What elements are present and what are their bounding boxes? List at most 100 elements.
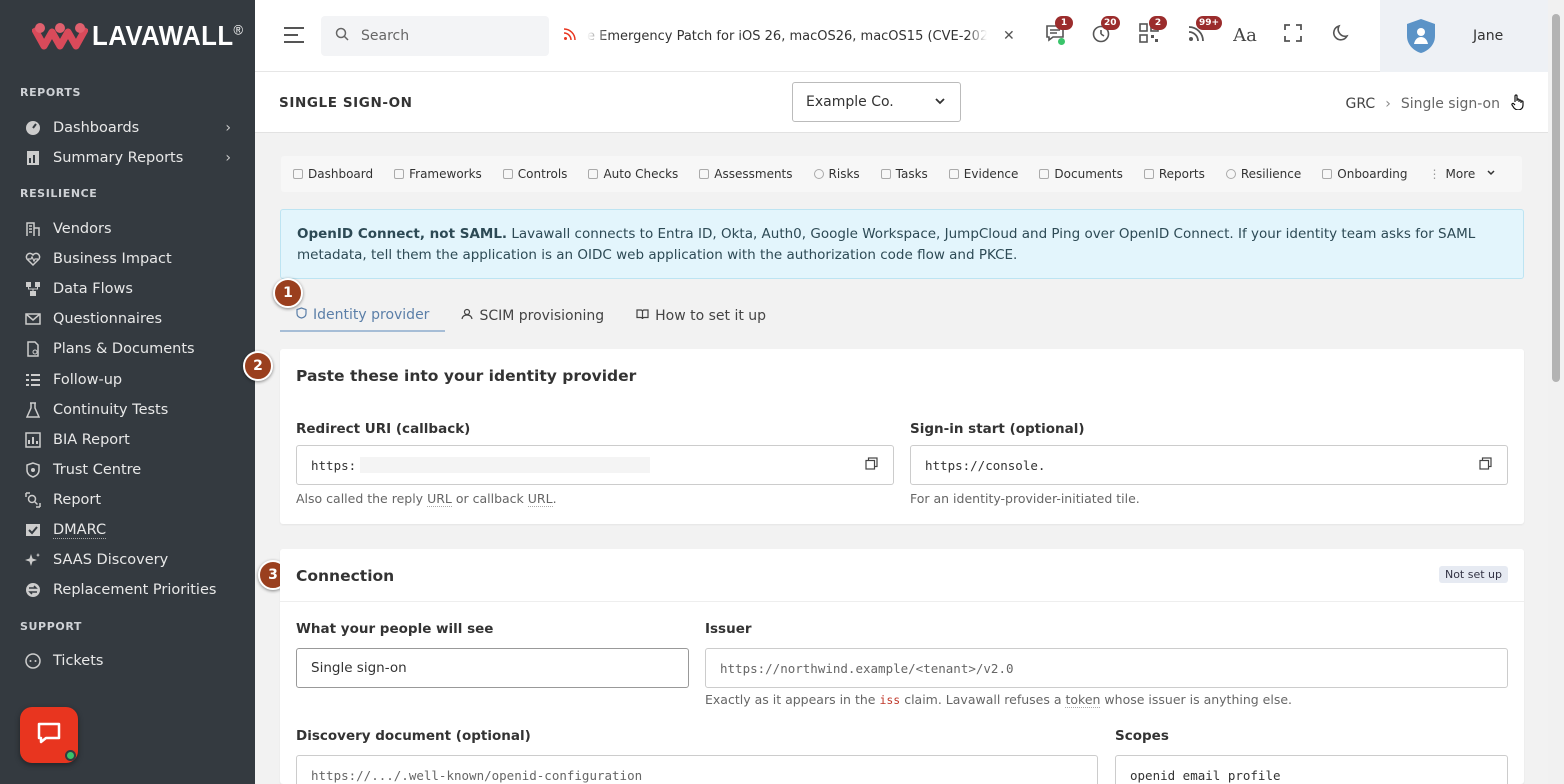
redirect-uri-help: Also called the reply URL or callback UR… (296, 491, 557, 507)
signin-start-field[interactable]: https://console. (910, 445, 1464, 485)
online-dot (1058, 38, 1065, 45)
module-documents[interactable]: Documents (1039, 167, 1123, 181)
connection-title: Connection (296, 567, 395, 585)
breadcrumb: GRC › Single sign-on (1346, 94, 1524, 114)
module-onboarding[interactable]: Onboarding (1322, 167, 1408, 181)
auto-check-icon (588, 169, 599, 179)
mail-check-icon (25, 522, 41, 538)
menu-toggle-icon[interactable] (283, 26, 305, 48)
news-ticker[interactable]: e Emergency Patch for iOS 26, macOS26, m… (563, 24, 1023, 48)
avatar (1406, 18, 1436, 58)
issuer-label: Issuer (705, 621, 752, 637)
breadcrumb-separator: › (1385, 96, 1391, 112)
feeds-badge: 99+ (1196, 16, 1223, 30)
font-size-button[interactable]: Aa (1232, 22, 1258, 48)
module-auto-checks[interactable]: Auto Checks (588, 167, 678, 181)
sidebar-item-continuity-tests[interactable]: Continuity Tests (25, 396, 245, 424)
sidebar-item-trust-centre[interactable]: Trust Centre (25, 456, 245, 484)
online-status-dot (65, 750, 76, 761)
tab-scim-provisioning[interactable]: SCIM provisioning (445, 300, 620, 332)
fullscreen-icon (1284, 24, 1302, 46)
redirect-uri-field[interactable]: https: (296, 445, 850, 485)
sidebar-item-questionnaires[interactable]: Questionnaires (25, 305, 245, 333)
sidebar-item-dashboards[interactable]: Dashboards › (25, 114, 245, 142)
fullscreen-button[interactable] (1280, 22, 1306, 48)
module-resilience[interactable]: Resilience (1225, 167, 1301, 181)
feeds-button[interactable]: 99+ (1184, 16, 1223, 48)
search-icon (335, 27, 349, 45)
issuer-input[interactable]: https://northwind.example/<tenant>/v2.0 (705, 648, 1508, 688)
chat-launcher-button[interactable] (20, 707, 78, 763)
sidebar-section-support: SUPPORT (20, 620, 83, 633)
sidebar-item-tickets[interactable]: Tickets (25, 647, 245, 675)
user-icon (461, 308, 474, 324)
paste-card-title: Paste these into your identity provider (296, 367, 637, 385)
search-report-icon (25, 492, 41, 508)
module-risks[interactable]: Risks (813, 167, 860, 181)
sidebar-item-vendors[interactable]: Vendors (25, 215, 245, 243)
headset-icon (25, 653, 41, 669)
font-size-icon: Aa (1233, 24, 1257, 46)
page-title: SINGLE SIGN-ON (279, 95, 413, 111)
messages-badge: 1 (1055, 16, 1073, 30)
chevron-right-icon: › (225, 150, 231, 166)
module-more[interactable]: ⋮ More (1429, 167, 1497, 181)
module-evidence[interactable]: Evidence (948, 167, 1018, 181)
sidebar-item-data-flows[interactable]: Data Flows (25, 275, 245, 303)
sidebar-item-summary-reports[interactable]: Summary Reports › (25, 144, 245, 172)
shield-check-icon (502, 169, 513, 179)
sidebar-item-follow-up[interactable]: Follow-up (25, 366, 245, 394)
copy-icon (1478, 456, 1492, 474)
sso-tabs: Identity provider SCIM provisioning How … (280, 300, 782, 332)
checkbox-icon (880, 169, 891, 179)
scopes-label: Scopes (1115, 728, 1169, 744)
scrollbar-thumb[interactable] (1552, 14, 1560, 382)
sidebar-item-saas-discovery[interactable]: SAAS Discovery (25, 546, 245, 574)
brand-logo[interactable]: LAVAWALL® (30, 20, 255, 52)
tab-how-to-set-it-up[interactable]: How to set it up (620, 300, 782, 332)
module-assessments[interactable]: Assessments (699, 167, 793, 181)
breadcrumb-grc[interactable]: GRC (1346, 96, 1376, 112)
divider (280, 601, 1524, 602)
swap-icon (25, 582, 41, 598)
alert-circle-icon (813, 169, 824, 179)
chart-icon (25, 432, 41, 448)
display-name-input[interactable]: Single sign-on (296, 648, 689, 688)
sidebar-item-dmarc[interactable]: DMARC (25, 516, 245, 544)
close-ticker-icon[interactable]: ✕ (1003, 28, 1015, 44)
timer-button[interactable]: 20 (1088, 16, 1120, 48)
page-scrollbar[interactable] (1548, 0, 1564, 784)
sidebar-item-report[interactable]: Report (25, 486, 245, 514)
module-controls[interactable]: Controls (502, 167, 567, 181)
flow-icon (25, 281, 41, 297)
sidebar-item-replacement-priorities[interactable]: Replacement Priorities (25, 576, 245, 604)
paste-card: Paste these into your identity provider … (280, 349, 1524, 524)
scopes-input[interactable]: openid email profile (1115, 755, 1508, 784)
document-icon (25, 341, 41, 357)
copy-signin-start-button[interactable] (1463, 445, 1508, 485)
gauge-icon (25, 120, 41, 136)
search-input[interactable]: Search (321, 16, 549, 56)
status-badge: Not set up (1438, 566, 1508, 583)
user-menu[interactable]: Jane (1380, 0, 1548, 72)
ticker-text: e Emergency Patch for iOS 26, macOS26, m… (587, 28, 987, 44)
company-select[interactable]: Example Co. (792, 82, 961, 122)
user-name: Jane (1473, 28, 1504, 44)
module-dashboard[interactable]: Dashboard (293, 167, 373, 181)
sidebar-item-bia-report[interactable]: BIA Report (25, 426, 245, 454)
tab-identity-provider[interactable]: Identity provider (280, 300, 446, 332)
oidc-info-alert: OpenID Connect, not SAML. Lavawall conne… (280, 209, 1524, 279)
file-icon (1039, 169, 1050, 179)
copy-redirect-uri-button[interactable] (849, 445, 894, 485)
module-tasks[interactable]: Tasks (880, 167, 928, 181)
dashboard-icon (293, 169, 303, 179)
qr-button[interactable]: 2 (1136, 16, 1167, 48)
sidebar-item-business-impact[interactable]: Business Impact (25, 245, 245, 273)
shield-icon (296, 307, 307, 323)
messages-button[interactable]: 1 (1042, 16, 1073, 48)
sidebar-item-plans-documents[interactable]: Plans & Documents (25, 335, 245, 363)
discovery-input[interactable]: https://.../.well-known/openid-configura… (296, 755, 1098, 784)
module-frameworks[interactable]: Frameworks (394, 167, 482, 181)
dark-mode-button[interactable] (1329, 22, 1355, 48)
module-reports[interactable]: Reports (1143, 167, 1205, 181)
